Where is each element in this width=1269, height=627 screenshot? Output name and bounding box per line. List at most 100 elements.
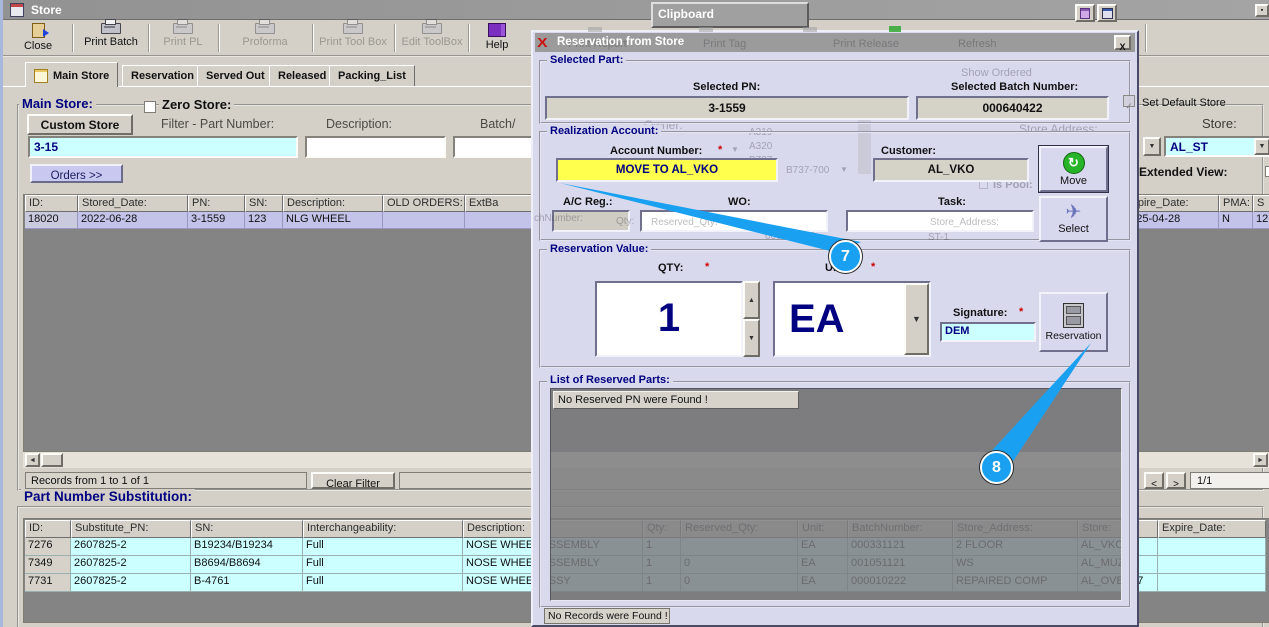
- proforma-button: Proforma: [221, 19, 309, 54]
- sub-row-cell[interactable]: 7276: [25, 538, 71, 556]
- minimize-glyph: ▪: [1260, 7, 1264, 14]
- scroll-right-button[interactable]: ►: [1253, 453, 1268, 467]
- orders-button[interactable]: Orders >>: [30, 164, 123, 183]
- edit-toolbox-button: Edit ToolBox: [397, 19, 467, 54]
- close-icon: X: [1119, 42, 1126, 52]
- ghost-print-tag: Print Tag: [703, 38, 747, 50]
- tab-main-store-label: Main Store: [53, 69, 110, 82]
- selected-part-group-label: Selected Part:: [547, 54, 627, 66]
- reservation-button[interactable]: Reservation: [1039, 292, 1108, 352]
- sub-row-cell[interactable]: Full: [303, 574, 463, 592]
- refresh-icon: [889, 26, 901, 32]
- sub-row-cell[interactable]: B8694/B8694: [191, 556, 303, 574]
- sub-row-cell[interactable]: Full: [303, 556, 463, 574]
- tab-reservation[interactable]: Reservation: [122, 65, 203, 87]
- close-button[interactable]: Close: [7, 23, 69, 54]
- chevron-down-icon: ▼: [840, 165, 848, 174]
- signature-field[interactable]: DEM: [940, 322, 1036, 342]
- help-button[interactable]: Help: [471, 23, 523, 54]
- table-row-cell-description[interactable]: NLG WHEEL: [283, 212, 383, 229]
- table-row-cell-stored-date[interactable]: 2022-06-28: [78, 212, 188, 229]
- sub-row-cell[interactable]: 2607825-2: [71, 556, 191, 574]
- account-number-value: MOVE TO AL_VKO: [615, 164, 719, 176]
- store-combobox-arrow[interactable]: ▼: [1254, 138, 1269, 155]
- page-next-button[interactable]: >: [1166, 472, 1186, 490]
- page-prev-button[interactable]: <: [1144, 472, 1164, 490]
- qty-label: QTY:: [658, 262, 684, 274]
- clear-filter-button[interactable]: Clear Filter: [311, 472, 395, 490]
- sub-row-cell[interactable]: [1158, 574, 1266, 592]
- help-label: Help: [485, 39, 509, 51]
- scroll-thumb[interactable]: [41, 453, 63, 467]
- sub-header-id[interactable]: ID:: [25, 520, 71, 538]
- customer-value: AL_VKO: [927, 164, 975, 176]
- select-button[interactable]: ✈ Select: [1039, 196, 1108, 242]
- extended-view-checkbox[interactable]: [1265, 166, 1269, 177]
- sub-row-cell[interactable]: B19234/B19234: [191, 538, 303, 556]
- qty-down-button[interactable]: ▼: [743, 319, 760, 357]
- hidden-combo-arrow-button[interactable]: ▼: [1143, 137, 1161, 156]
- print-batch-button[interactable]: Print Batch: [75, 19, 147, 54]
- store-combobox[interactable]: AL_ST ▼: [1164, 136, 1269, 157]
- clipboard-panel-title: Clipboard: [658, 7, 714, 21]
- batch-label: Batch/: [480, 117, 516, 131]
- sub-row-cell[interactable]: 7349: [25, 556, 71, 574]
- table-row-cell-sn[interactable]: 123: [245, 212, 283, 229]
- required-icon: *: [705, 261, 710, 273]
- zero-store-checkbox[interactable]: [144, 101, 156, 113]
- sub-row-cell[interactable]: Full: [303, 538, 463, 556]
- sub-row-cell[interactable]: 2607825-2: [71, 574, 191, 592]
- qty-stepper[interactable]: 1: [595, 281, 743, 357]
- col-header-pn[interactable]: PN:: [188, 195, 245, 212]
- col-header-pma[interactable]: PMA:: [1219, 195, 1253, 212]
- table-row-cell-pn[interactable]: 3-1559: [188, 212, 245, 229]
- filter-part-number-label: Filter - Part Number:: [161, 117, 275, 131]
- tab-released[interactable]: Released: [269, 65, 336, 87]
- airplane-icon: ✈: [1065, 202, 1082, 223]
- move-button[interactable]: ↻ Move: [1038, 145, 1109, 193]
- table-row-cell-s[interactable]: 12: [1253, 212, 1269, 229]
- sub-row-cell[interactable]: [1158, 538, 1266, 556]
- toolbar-divider: [218, 24, 220, 52]
- toolbar-divider: [394, 24, 396, 52]
- modal-title-bar[interactable]: Print Report Print Tag Print Release Ref…: [535, 33, 1135, 52]
- table-row-cell-pma[interactable]: N: [1219, 212, 1253, 229]
- sub-row-cell[interactable]: 2607825-2: [71, 538, 191, 556]
- col-header-id[interactable]: ID:: [25, 195, 78, 212]
- col-header-s[interactable]: S: [1253, 195, 1269, 212]
- col-header-description[interactable]: Description:: [283, 195, 383, 212]
- tab-main-store[interactable]: Main Store: [25, 62, 119, 87]
- set-default-store-checkbox[interactable]: ✓: [1123, 95, 1135, 111]
- unit-combobox-arrow[interactable]: ▼: [904, 283, 929, 355]
- part-number-input[interactable]: 3-15: [28, 136, 298, 158]
- col-header-old-orders[interactable]: OLD ORDERS:: [383, 195, 465, 212]
- substitution-group-label: Part Number Substitution:: [21, 489, 195, 504]
- qty-up-button[interactable]: ▲: [743, 281, 760, 319]
- chevron-down-icon: ▼: [748, 334, 755, 342]
- table-row-cell-old-orders[interactable]: [383, 212, 465, 229]
- tab-served-out[interactable]: Served Out: [197, 65, 274, 87]
- sub-header-expire-date[interactable]: Expire_Date:: [1158, 520, 1266, 538]
- minimize-button[interactable]: ▪: [1255, 4, 1269, 17]
- reserved-list-group: [539, 381, 1131, 608]
- sub-header-substitute-pn[interactable]: Substitute_PN:: [71, 520, 191, 538]
- printer-icon: [343, 19, 363, 34]
- required-icon: *: [1019, 306, 1024, 318]
- sub-row-cell[interactable]: 7731: [25, 574, 71, 592]
- sub-row-cell[interactable]: [1158, 556, 1266, 574]
- sub-header-sn[interactable]: SN:: [191, 520, 303, 538]
- table-row-cell-id[interactable]: 18020: [25, 212, 78, 229]
- unit-combobox[interactable]: EA ▼: [773, 281, 931, 357]
- col-header-sn[interactable]: SN:: [245, 195, 283, 212]
- modal-close-button[interactable]: X: [1114, 35, 1131, 52]
- account-number-field[interactable]: MOVE TO AL_VKO: [556, 158, 778, 182]
- custom-store-button[interactable]: Custom Store: [27, 114, 133, 135]
- chevron-up-icon: ▲: [748, 296, 755, 304]
- col-header-stored-date[interactable]: Stored_Date:: [78, 195, 188, 212]
- check-icon: ✓: [1125, 101, 1133, 111]
- sub-row-cell[interactable]: B-4761: [191, 574, 303, 592]
- scroll-left-button[interactable]: ◄: [25, 453, 40, 467]
- description-input[interactable]: [305, 136, 446, 158]
- tab-packing-list[interactable]: Packing_List: [329, 65, 415, 87]
- sub-header-interchangeability[interactable]: Interchangeability:: [303, 520, 463, 538]
